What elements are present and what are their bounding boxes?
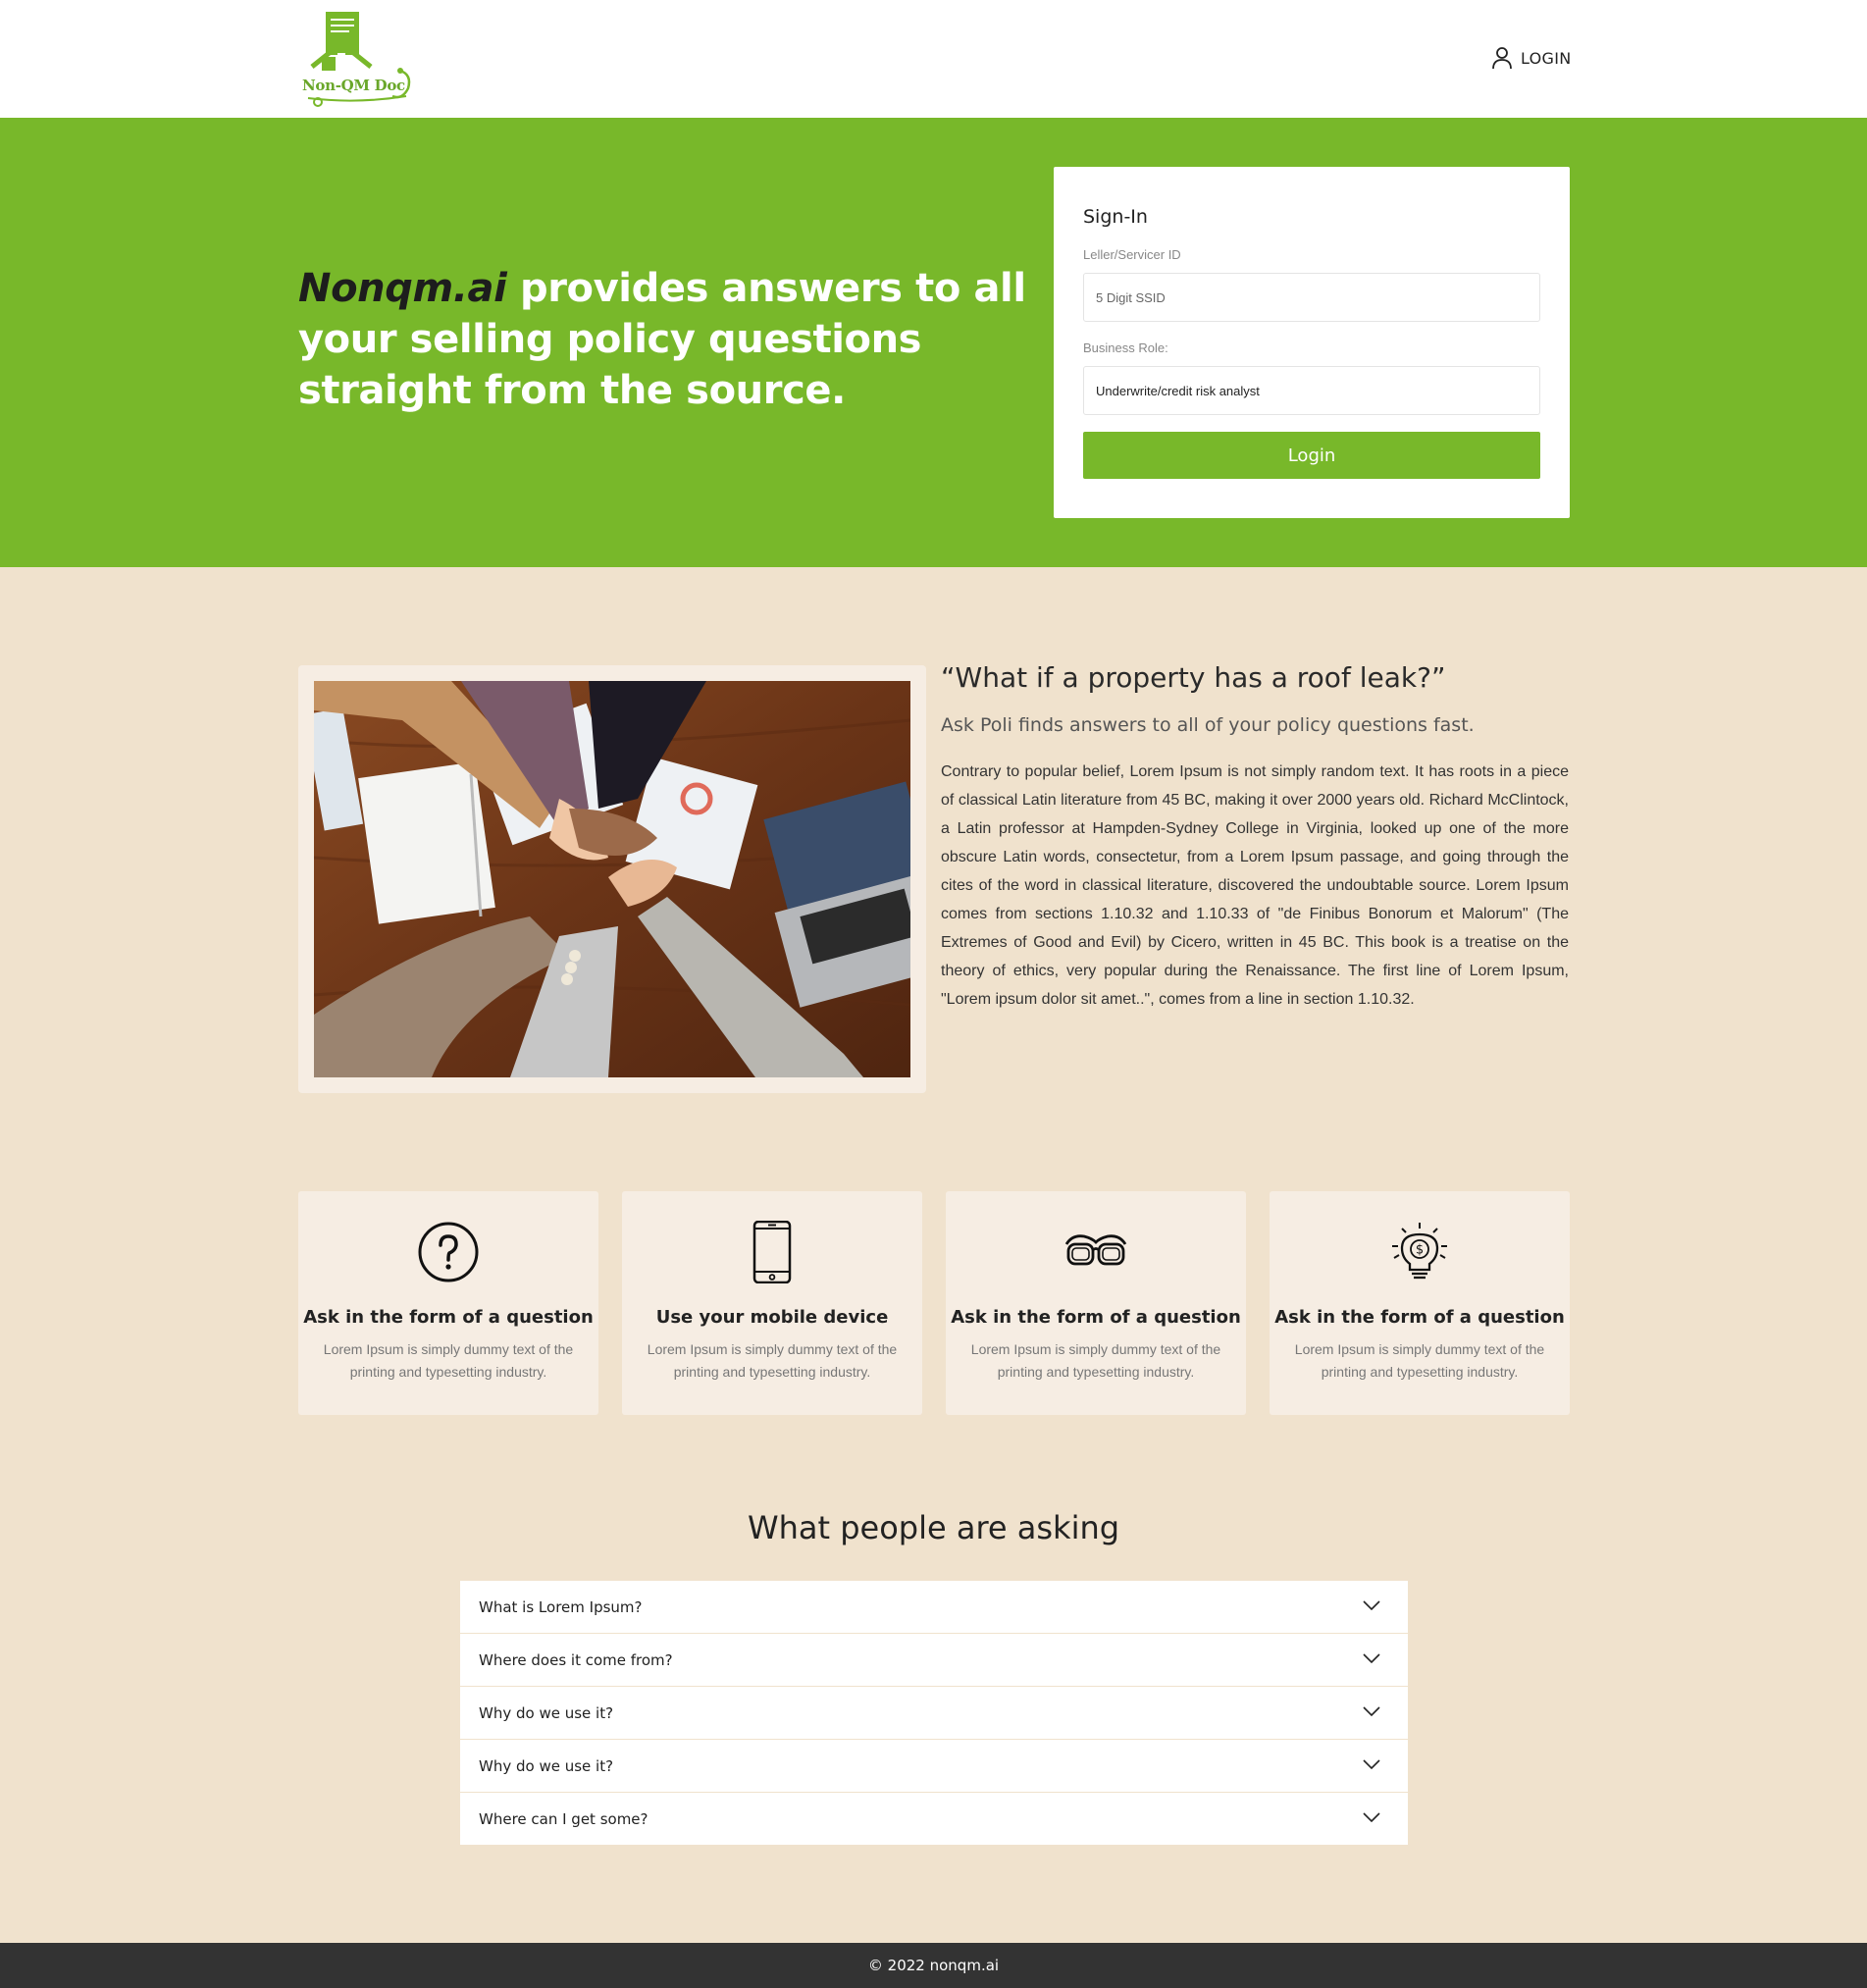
feature-text: Lorem Ipsum is simply dummy text of the … bbox=[323, 1341, 574, 1380]
signin-title: Sign-In bbox=[1083, 206, 1148, 228]
team-photo-frame bbox=[298, 665, 926, 1093]
chevron-down-icon bbox=[1363, 1706, 1380, 1717]
feature-text: Lorem Ipsum is simply dummy text of the … bbox=[970, 1341, 1221, 1380]
about-body: Contrary to popular belief, Lorem Ipsum … bbox=[941, 763, 1569, 1008]
lightbulb-dollar-icon: $ bbox=[1392, 1223, 1447, 1280]
header-login-link[interactable]: LOGIN bbox=[1491, 45, 1572, 71]
faq-question: Where does it come from? bbox=[479, 1651, 673, 1669]
feature-card: $ Ask in the form of a question Lorem Ip… bbox=[1270, 1191, 1570, 1415]
faq-title: What people are asking bbox=[747, 1509, 1120, 1546]
faq-item[interactable]: Where does it come from? bbox=[460, 1634, 1408, 1686]
svg-text:$: $ bbox=[1416, 1243, 1424, 1258]
chevron-down-icon bbox=[1363, 1812, 1380, 1823]
logo-text: Non-QM Doc bbox=[302, 77, 405, 94]
about-heading: “What if a property has a roof leak?” bbox=[941, 661, 1446, 694]
feature-title: Use your mobile device bbox=[655, 1307, 889, 1328]
signin-card: Sign-In Leller/Servicer ID Business Role… bbox=[1054, 167, 1570, 518]
business-role-input[interactable] bbox=[1083, 366, 1540, 415]
hero-title: Nonqm.ai provides answers to all your se… bbox=[298, 263, 1044, 416]
feature-card: Ask in the form of a question Lorem Ipsu… bbox=[946, 1191, 1246, 1415]
faq-item[interactable]: Why do we use it? bbox=[460, 1687, 1408, 1739]
about-subheading: Ask Poli finds answers to all of your po… bbox=[941, 714, 1475, 736]
header-login-label: LOGIN bbox=[1521, 48, 1572, 68]
faq-question: Why do we use it? bbox=[479, 1704, 614, 1722]
question-circle-icon bbox=[418, 1222, 479, 1282]
feature-title: Ask in the form of a question bbox=[303, 1307, 594, 1328]
business-role-label: Business Role: bbox=[1083, 340, 1168, 355]
faq-question: What is Lorem Ipsum? bbox=[479, 1598, 643, 1616]
chevron-down-icon bbox=[1363, 1653, 1380, 1664]
copyright-text: © 2022 nonqm.ai bbox=[867, 1957, 1000, 1974]
mobile-phone-icon bbox=[752, 1221, 792, 1283]
chevron-down-icon bbox=[1363, 1600, 1380, 1611]
faq-item[interactable]: Where can I get some? bbox=[460, 1793, 1408, 1845]
faq-question: Why do we use it? bbox=[479, 1757, 614, 1775]
user-icon bbox=[1492, 47, 1512, 70]
faq-item[interactable]: What is Lorem Ipsum? bbox=[460, 1581, 1408, 1633]
login-button[interactable]: Login bbox=[1083, 432, 1540, 479]
feature-card: Use your mobile device Lorem Ipsum is si… bbox=[622, 1191, 922, 1415]
glasses-icon bbox=[1064, 1234, 1127, 1266]
hero-brand: Nonqm.ai bbox=[298, 266, 507, 311]
site-header: Non-QM Doc LOGIN bbox=[0, 0, 1867, 118]
feature-text: Lorem Ipsum is simply dummy text of the … bbox=[647, 1341, 898, 1380]
servicer-id-label: Leller/Servicer ID bbox=[1083, 247, 1181, 262]
feature-title: Ask in the form of a question bbox=[951, 1307, 1241, 1328]
feature-text: Lorem Ipsum is simply dummy text of the … bbox=[1294, 1341, 1545, 1380]
faq-item[interactable]: Why do we use it? bbox=[460, 1740, 1408, 1792]
team-hands-photo bbox=[314, 681, 910, 1077]
features-row: Ask in the form of a question Lorem Ipsu… bbox=[298, 1191, 1570, 1415]
servicer-id-input[interactable] bbox=[1083, 273, 1540, 322]
hero-section: Nonqm.ai provides answers to all your se… bbox=[0, 118, 1867, 567]
feature-title: Ask in the form of a question bbox=[1274, 1307, 1565, 1328]
chevron-down-icon bbox=[1363, 1759, 1380, 1770]
feature-card: Ask in the form of a question Lorem Ipsu… bbox=[298, 1191, 598, 1415]
faq-question: Where can I get some? bbox=[479, 1810, 648, 1828]
site-footer: © 2022 nonqm.ai bbox=[0, 1943, 1867, 1988]
faq-accordion: What is Lorem Ipsum? Where does it come … bbox=[460, 1581, 1408, 1846]
site-logo[interactable]: Non-QM Doc bbox=[298, 10, 418, 108]
